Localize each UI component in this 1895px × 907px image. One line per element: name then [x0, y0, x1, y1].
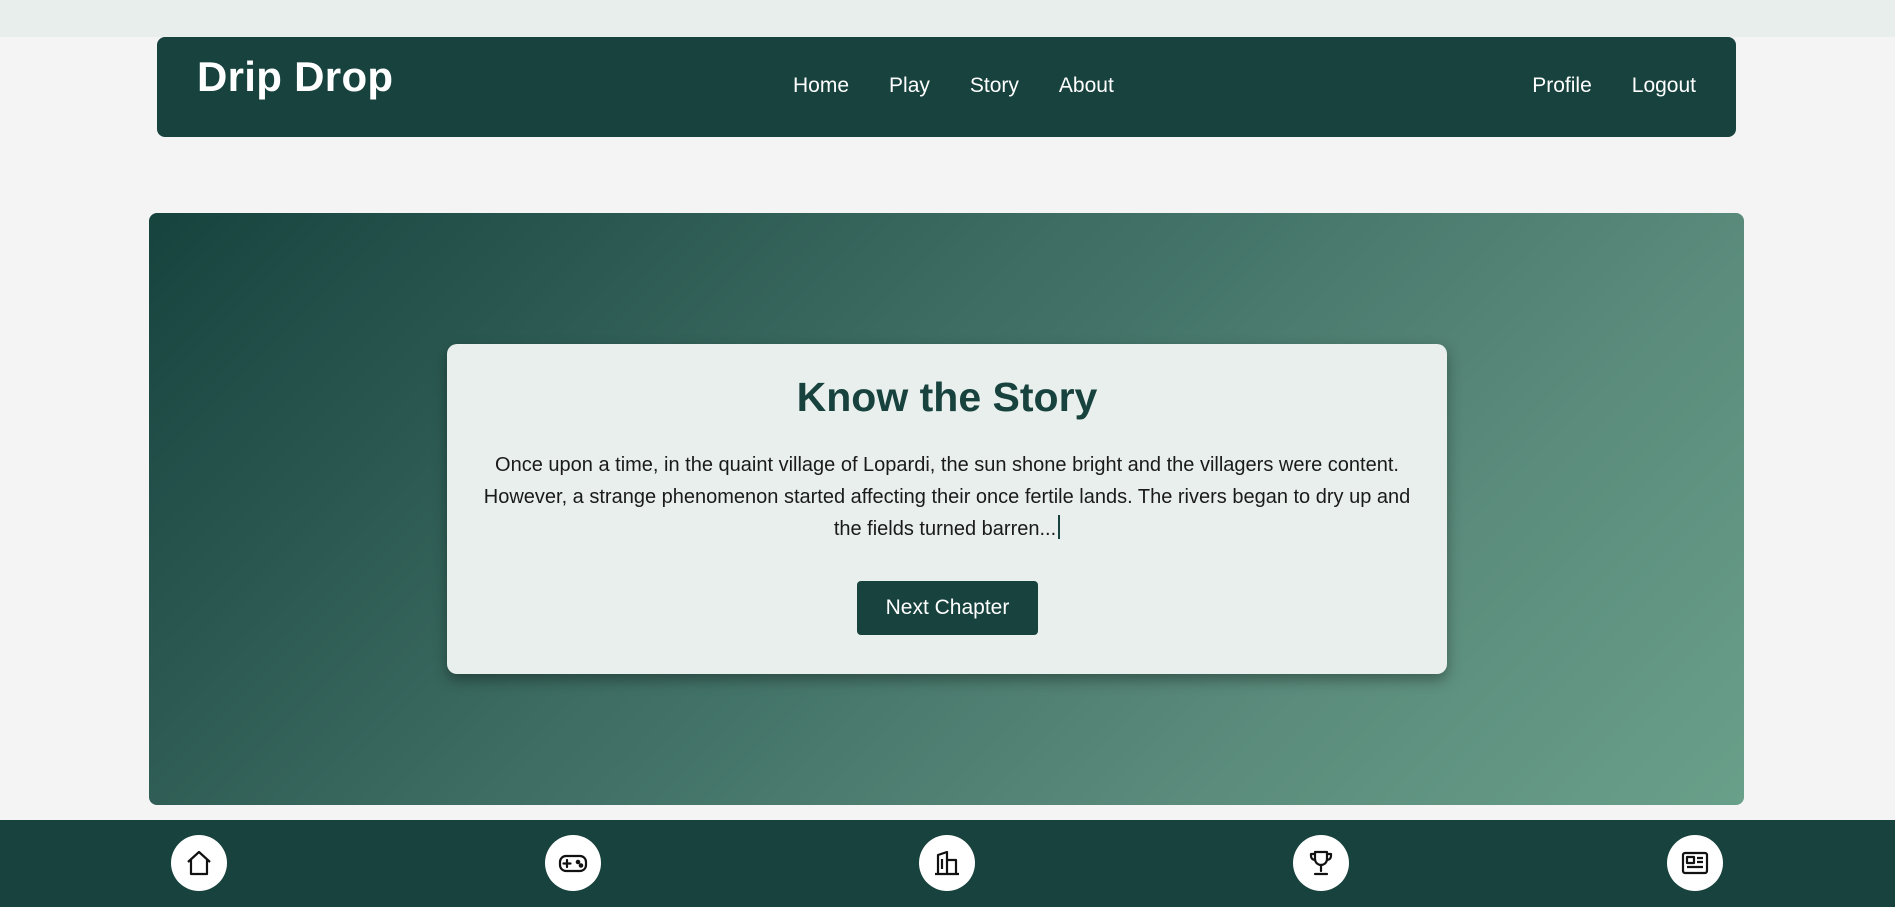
trophy-icon[interactable]: [1293, 835, 1349, 891]
home-icon[interactable]: [171, 835, 227, 891]
next-chapter-button[interactable]: Next Chapter: [857, 581, 1038, 635]
nav-profile-link[interactable]: Profile: [1532, 74, 1592, 98]
nav-right: Profile Logout: [1532, 74, 1696, 98]
story-text-wrap: Once upon a time, in the quaint village …: [477, 449, 1417, 545]
gamepad-icon[interactable]: [545, 835, 601, 891]
typing-caret: [1058, 515, 1061, 539]
nav-logout-link[interactable]: Logout: [1632, 74, 1696, 98]
story-title: Know the Story: [796, 374, 1098, 420]
nav-story-link[interactable]: Story: [970, 74, 1019, 98]
nav-play-link[interactable]: Play: [889, 74, 930, 98]
brand-logo[interactable]: Drip Drop: [197, 53, 393, 101]
nav-home-link[interactable]: Home: [793, 74, 849, 98]
story-hero: Know the Story Once upon a time, in the …: [149, 213, 1744, 805]
story-card: Know the Story Once upon a time, in the …: [447, 344, 1447, 674]
footer-nav: [0, 820, 1895, 907]
story-text: Once upon a time, in the quaint village …: [483, 454, 1411, 540]
nav-center: Home Play Story About: [793, 74, 1114, 98]
newspaper-icon[interactable]: [1667, 835, 1723, 891]
nav-about-link[interactable]: About: [1059, 74, 1114, 98]
top-strip: [0, 0, 1895, 37]
building-icon[interactable]: [919, 835, 975, 891]
navbar: Drip Drop Home Play Story About Profile …: [157, 37, 1736, 137]
